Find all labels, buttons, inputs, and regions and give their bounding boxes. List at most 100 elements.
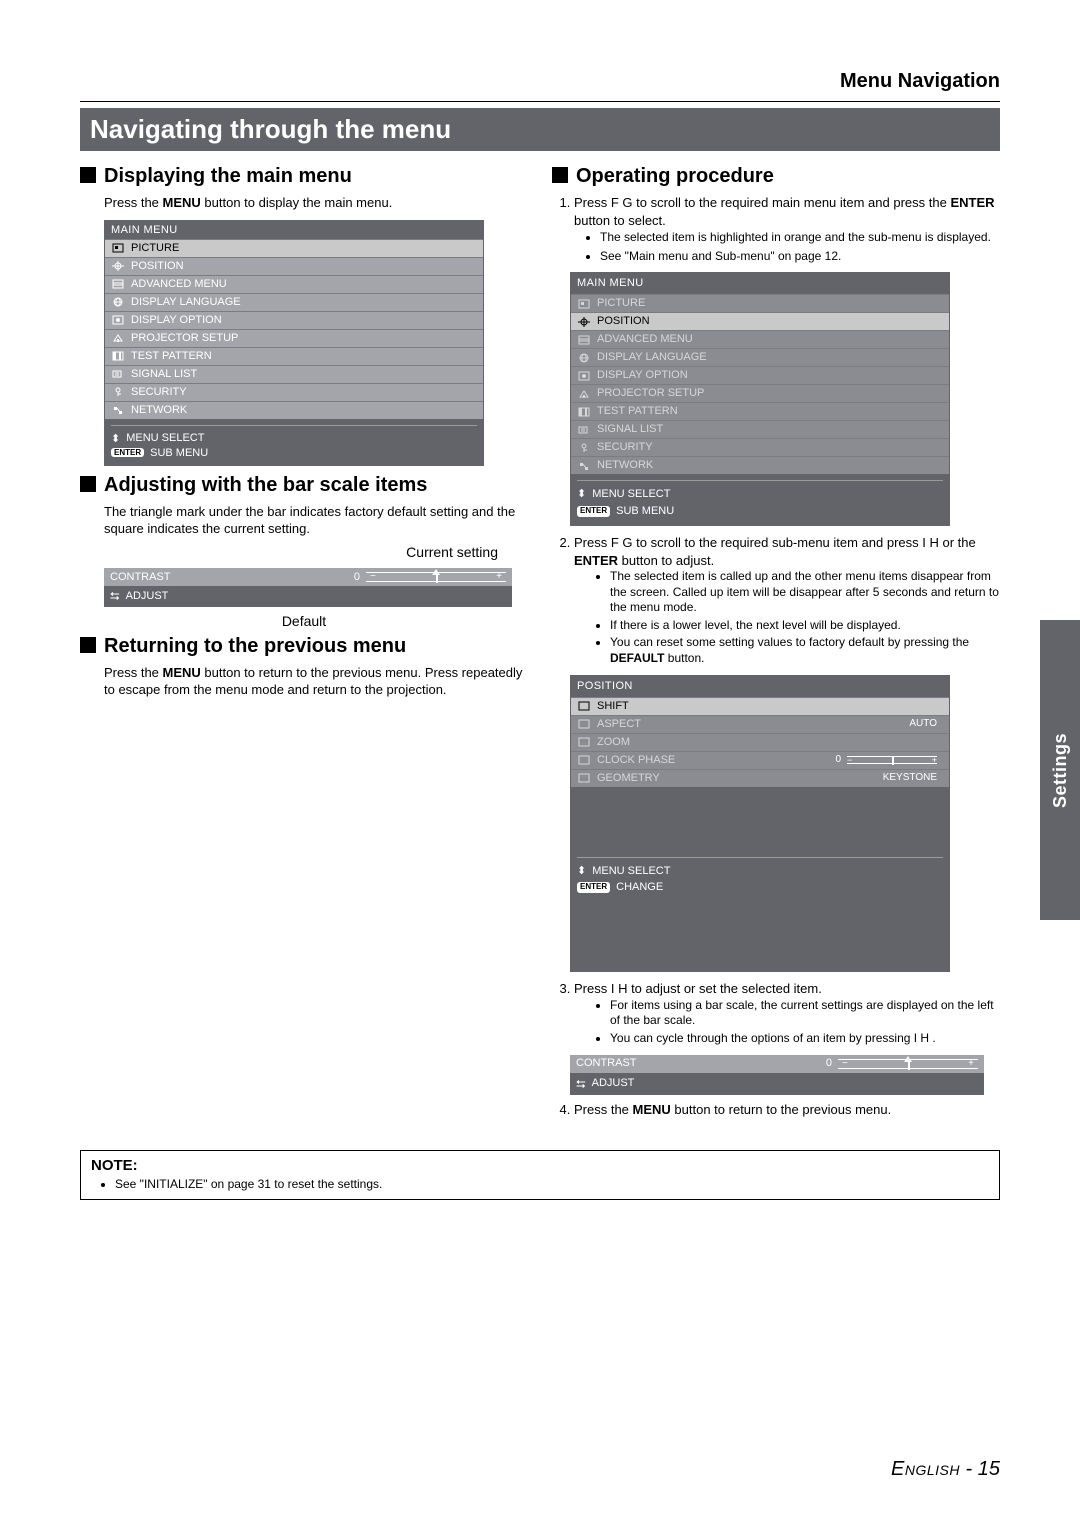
returning-body: Press the MENU button to return to the p…: [104, 664, 528, 699]
menu-item: POSITION: [571, 312, 949, 330]
menu-item: SIGNAL LIST: [571, 420, 949, 438]
option-icon: [577, 370, 591, 382]
menu-item: TEST PATTERN: [105, 347, 483, 365]
heading-displaying-main-menu: Displaying the main menu: [80, 165, 528, 188]
footer-sub-menu: SUB MENU: [150, 447, 208, 459]
menu-item: NETWORK: [571, 456, 949, 474]
menu-item-label: PROJECTOR SETUP: [597, 386, 704, 401]
bar-scale: − +: [366, 572, 506, 582]
panel-title: POSITION: [571, 676, 949, 697]
panel-title: MAIN MENU: [571, 273, 949, 294]
menu-item: PROJECTOR SETUP: [105, 329, 483, 347]
main-menu-panel-2: MAIN MENU PICTUREPOSITIONADVANCED MENUDI…: [570, 272, 950, 526]
header-divider: [80, 101, 1000, 102]
menu-item-label: DISPLAY LANGUAGE: [131, 296, 241, 308]
menu-item: POSITION: [105, 257, 483, 275]
menu-item: DISPLAY LANGUAGE: [571, 348, 949, 366]
panel-title: MAIN MENU: [105, 221, 483, 239]
menu-item: TEST PATTERN: [571, 402, 949, 420]
option-icon: [111, 314, 125, 326]
position-icon: [111, 260, 125, 272]
step3-bullet2: You can cycle through the options of an …: [610, 1031, 1000, 1047]
menu-item-label: DISPLAY OPTION: [131, 314, 222, 326]
menu-item-label: ADVANCED MENU: [597, 332, 693, 347]
menu-item-label: NETWORK: [131, 404, 187, 416]
section-header: Menu Navigation: [80, 70, 1000, 93]
menu-item-label: DISPLAY OPTION: [597, 368, 688, 383]
step2-bullet3: You can reset some setting values to fac…: [610, 635, 1000, 666]
contrast-bar-row: CONTRAST 0 − +: [104, 568, 512, 586]
menu-item-label: ZOOM: [597, 735, 630, 750]
side-tab-settings: Settings: [1040, 620, 1080, 920]
menu-item: ADVANCED MENU: [105, 275, 483, 293]
menu-item-icon: [577, 772, 591, 784]
displaying-body: Press the MENU button to display the mai…: [104, 194, 528, 212]
test-icon: [111, 350, 125, 362]
menu-item-label: GEOMETRY: [597, 771, 660, 786]
menu-item-label: POSITION: [597, 314, 650, 329]
menu-item: DISPLAY OPTION: [571, 366, 949, 384]
menu-item-label: SHIFT: [597, 699, 629, 714]
menu-item: SECURITY: [571, 438, 949, 456]
menu-item: ASPECTAUTO: [571, 715, 949, 733]
menu-item-label: SECURITY: [131, 386, 187, 398]
page-title: Navigating through the menu: [80, 108, 1000, 151]
menu-item-label: SIGNAL LIST: [597, 422, 663, 437]
leftright-icon: ⮀: [110, 589, 120, 604]
default-label: Default: [80, 613, 528, 629]
updown-icon: ⬍: [111, 432, 120, 445]
security-icon: [111, 386, 125, 398]
menu-item-label: SECURITY: [597, 440, 653, 455]
menu-item: ADVANCED MENU: [571, 330, 949, 348]
menu-item-icon: [577, 754, 591, 766]
enter-icon: ENTER: [111, 448, 144, 457]
menu-item-label: TEST PATTERN: [597, 404, 678, 419]
menu-item-label: TEST PATTERN: [131, 350, 212, 362]
updown-icon: ⬍: [577, 487, 586, 502]
step1-bullet1: The selected item is highlighted in oran…: [600, 229, 1000, 245]
bar-footer: ⮀ ADJUST: [570, 1073, 984, 1095]
note-bullet1: See "INITIALIZE" on page 31 to reset the…: [115, 1177, 989, 1191]
picture-icon: [111, 242, 125, 254]
footer-sub-menu: SUB MENU: [616, 504, 674, 519]
menu-item-label: ADVANCED MENU: [131, 278, 227, 290]
step2-bullet2: If there is a lower level, the next leve…: [610, 618, 1000, 634]
menu-item-label: NETWORK: [597, 458, 653, 473]
position-panel: POSITION SHIFTASPECTAUTOZOOMCLOCK PHASE0…: [570, 675, 950, 973]
menu-item: GEOMETRY KEYSTONE: [571, 769, 949, 787]
step-3: Press I H to adjust or set the selected …: [574, 980, 1000, 1095]
menu-item-icon: [577, 700, 591, 712]
step-2: Press F G to scroll to the required sub-…: [574, 534, 1000, 972]
heading-returning: Returning to the previous menu: [80, 635, 528, 658]
heading-operating-procedure: Operating procedure: [552, 165, 1000, 188]
menu-item-label: PROJECTOR SETUP: [131, 332, 238, 344]
menu-item: PICTURE: [571, 294, 949, 312]
menu-item-label: PICTURE: [597, 296, 645, 311]
default-triangle-icon: [904, 1056, 912, 1062]
menu-item-value: KEYSTONE: [883, 771, 943, 785]
signal-icon: [577, 424, 591, 436]
note-title: NOTE:: [91, 1157, 989, 1174]
contrast-bar-row-2: CONTRAST 0 − +: [570, 1055, 984, 1073]
step-1: Press F G to scroll to the required main…: [574, 194, 1000, 526]
advanced-icon: [577, 334, 591, 346]
menu-item: SIGNAL LIST: [105, 365, 483, 383]
leftright-icon: ⮀: [576, 1076, 586, 1092]
menu-item-label: POSITION: [131, 260, 184, 272]
current-setting-label: Current setting: [80, 544, 528, 560]
language-icon: [577, 352, 591, 364]
bar-footer: ⮀ ADJUST: [104, 586, 512, 607]
main-menu-panel-1: MAIN MENU PICTUREPOSITIONADVANCED MENUDI…: [104, 220, 484, 466]
page-footer: English - 15: [891, 1458, 1000, 1481]
default-triangle-icon: [432, 569, 440, 575]
footer-menu-select: MENU SELECT: [592, 487, 670, 502]
menu-item-value: 0−+: [835, 753, 943, 767]
position-icon: [577, 316, 591, 328]
menu-item-label: ASPECT: [597, 717, 641, 732]
picture-icon: [577, 298, 591, 310]
menu-item: PROJECTOR SETUP: [571, 384, 949, 402]
menu-item: ZOOM: [571, 733, 949, 751]
network-icon: [577, 460, 591, 472]
step-4: Press the MENU button to return to the p…: [574, 1101, 1000, 1119]
language-icon: [111, 296, 125, 308]
